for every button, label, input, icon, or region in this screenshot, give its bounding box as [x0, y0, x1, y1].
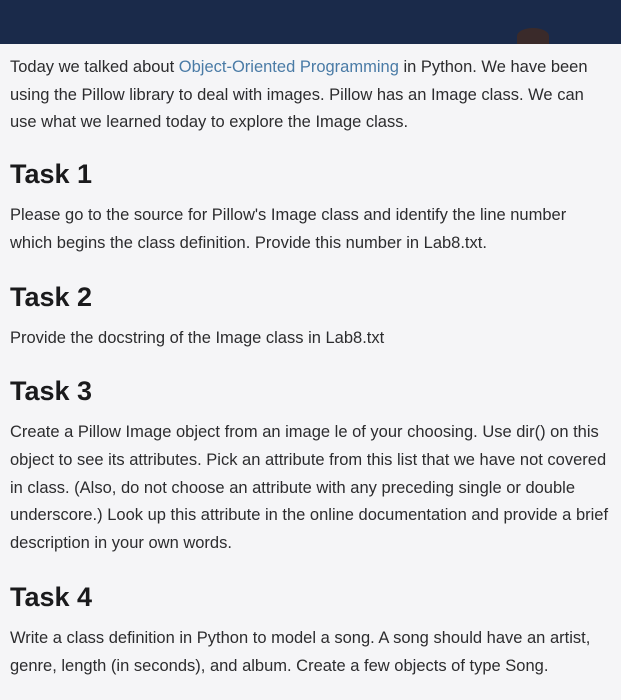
task-2-heading: Task 2	[10, 282, 609, 313]
task-3-heading: Task 3	[10, 376, 609, 407]
oop-link[interactable]: Object-Oriented Programming	[179, 58, 399, 76]
intro-prefix: Today we talked about	[10, 58, 179, 76]
avatar	[517, 28, 549, 44]
task-1-body: Please go to the source for Pillow's Ima…	[10, 202, 609, 257]
task-2-body: Provide the docstring of the Image class…	[10, 325, 609, 353]
task-4-heading: Task 4	[10, 582, 609, 613]
intro-paragraph: Today we talked about Object-Oriented Pr…	[10, 54, 609, 137]
document-content: Today we talked about Object-Oriented Pr…	[0, 44, 621, 680]
task-1-heading: Task 1	[10, 159, 609, 190]
task-4-body: Write a class definition in Python to mo…	[10, 625, 609, 680]
top-nav-bar	[0, 0, 621, 44]
task-3-body: Create a Pillow Image object from an ima…	[10, 419, 609, 558]
